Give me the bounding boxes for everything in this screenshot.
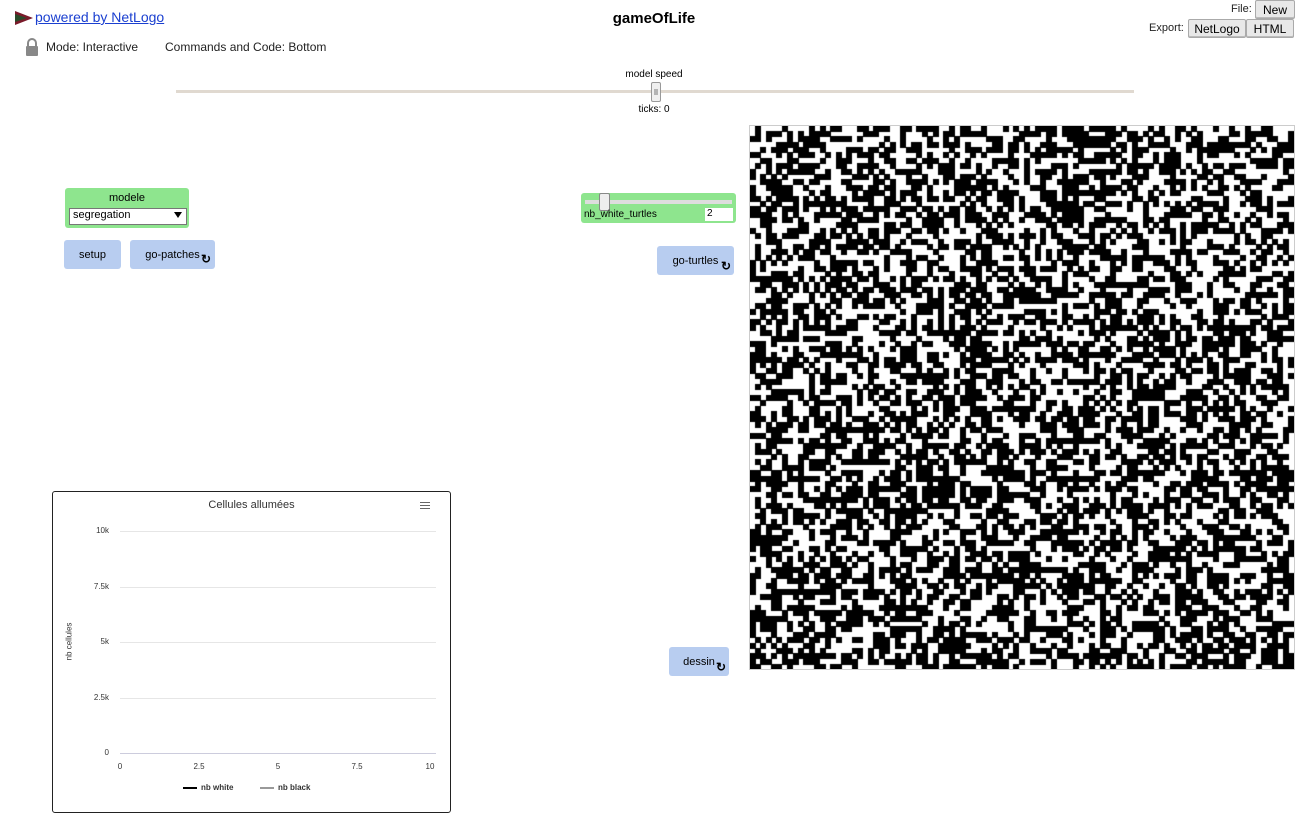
file-label: File: bbox=[1231, 3, 1252, 15]
slider-value[interactable]: 2 bbox=[705, 208, 733, 221]
legend-swatch bbox=[260, 786, 274, 789]
export-html-button[interactable]: HTML bbox=[1246, 19, 1294, 38]
new-button[interactable]: New bbox=[1255, 0, 1295, 19]
export-label: Export: bbox=[1149, 22, 1184, 34]
world-view[interactable] bbox=[749, 125, 1295, 670]
slider-label: nb_white_turtles bbox=[584, 209, 657, 220]
dessin-button[interactable]: dessin ↻ bbox=[669, 647, 729, 676]
cellules-plot: Cellules allumées nb cellules 10k 7.5k 5… bbox=[52, 491, 451, 813]
y-axis-label: nb cellules bbox=[64, 622, 74, 661]
world-canvas[interactable] bbox=[750, 126, 1294, 669]
go-patches-button[interactable]: go-patches ↻ bbox=[130, 240, 215, 269]
chooser-label: modele bbox=[108, 192, 146, 204]
gridline bbox=[120, 642, 436, 643]
legend-swatch bbox=[183, 786, 197, 789]
x-axis-line bbox=[120, 753, 436, 754]
nb-white-turtles-slider[interactable]: nb_white_turtles 2 bbox=[581, 193, 736, 223]
plot-title: Cellules allumées bbox=[208, 499, 295, 511]
hamburger-menu-icon[interactable] bbox=[420, 502, 430, 510]
setup-button[interactable]: setup bbox=[64, 240, 121, 269]
mode-label: Mode: Interactive bbox=[46, 40, 139, 54]
forever-icon: ↻ bbox=[200, 252, 211, 266]
go-patches-label: go-patches bbox=[145, 248, 200, 261]
x-tick-label: 7.5 bbox=[351, 762, 363, 771]
setup-label: setup bbox=[79, 248, 106, 261]
legend-label: nb white bbox=[201, 783, 234, 792]
forever-icon: ↻ bbox=[720, 259, 731, 273]
gridline bbox=[120, 531, 436, 532]
gridline bbox=[120, 698, 436, 699]
y-tick-label: 5k bbox=[100, 637, 109, 646]
x-tick-label: 5 bbox=[275, 762, 281, 771]
legend-item-nb-black[interactable]: nb black bbox=[260, 783, 310, 792]
x-tick-label: 2.5 bbox=[193, 762, 205, 771]
export-netlogo-button[interactable]: NetLogo bbox=[1188, 19, 1246, 38]
x-tick-label: 10 bbox=[425, 762, 435, 771]
dessin-label: dessin bbox=[683, 655, 715, 668]
chooser-selected-value: segregation bbox=[73, 209, 131, 221]
commands-code-label[interactable]: Commands and Code: Bottom bbox=[165, 40, 326, 54]
go-turtles-label: go-turtles bbox=[672, 254, 719, 267]
model-speed-label: model speed bbox=[625, 69, 683, 80]
modele-chooser[interactable]: modele segregation bbox=[65, 188, 189, 228]
x-tick-label: 0 bbox=[117, 762, 123, 771]
powered-by-link[interactable]: powered by NetLogo bbox=[35, 9, 164, 25]
legend-item-nb-white[interactable]: nb white bbox=[183, 783, 233, 792]
chooser-select[interactable]: segregation bbox=[69, 208, 187, 225]
y-tick-label: 10k bbox=[96, 526, 109, 535]
model-speed-handle[interactable] bbox=[651, 82, 661, 102]
forever-icon: ↻ bbox=[715, 660, 726, 674]
y-tick-label: 2.5k bbox=[93, 693, 109, 702]
model-title: gameOfLife bbox=[612, 10, 696, 27]
y-tick-label: 7.5k bbox=[93, 582, 109, 591]
netlogo-logo-icon[interactable] bbox=[15, 11, 33, 25]
go-turtles-button[interactable]: go-turtles ↻ bbox=[657, 246, 734, 275]
y-tick-label: 0 bbox=[104, 748, 109, 757]
ticks-counter: ticks: 0 bbox=[638, 104, 670, 115]
gridline bbox=[120, 587, 436, 588]
legend-label: nb black bbox=[278, 783, 311, 792]
lock-icon[interactable] bbox=[24, 38, 40, 56]
chevron-down-icon bbox=[174, 212, 182, 218]
